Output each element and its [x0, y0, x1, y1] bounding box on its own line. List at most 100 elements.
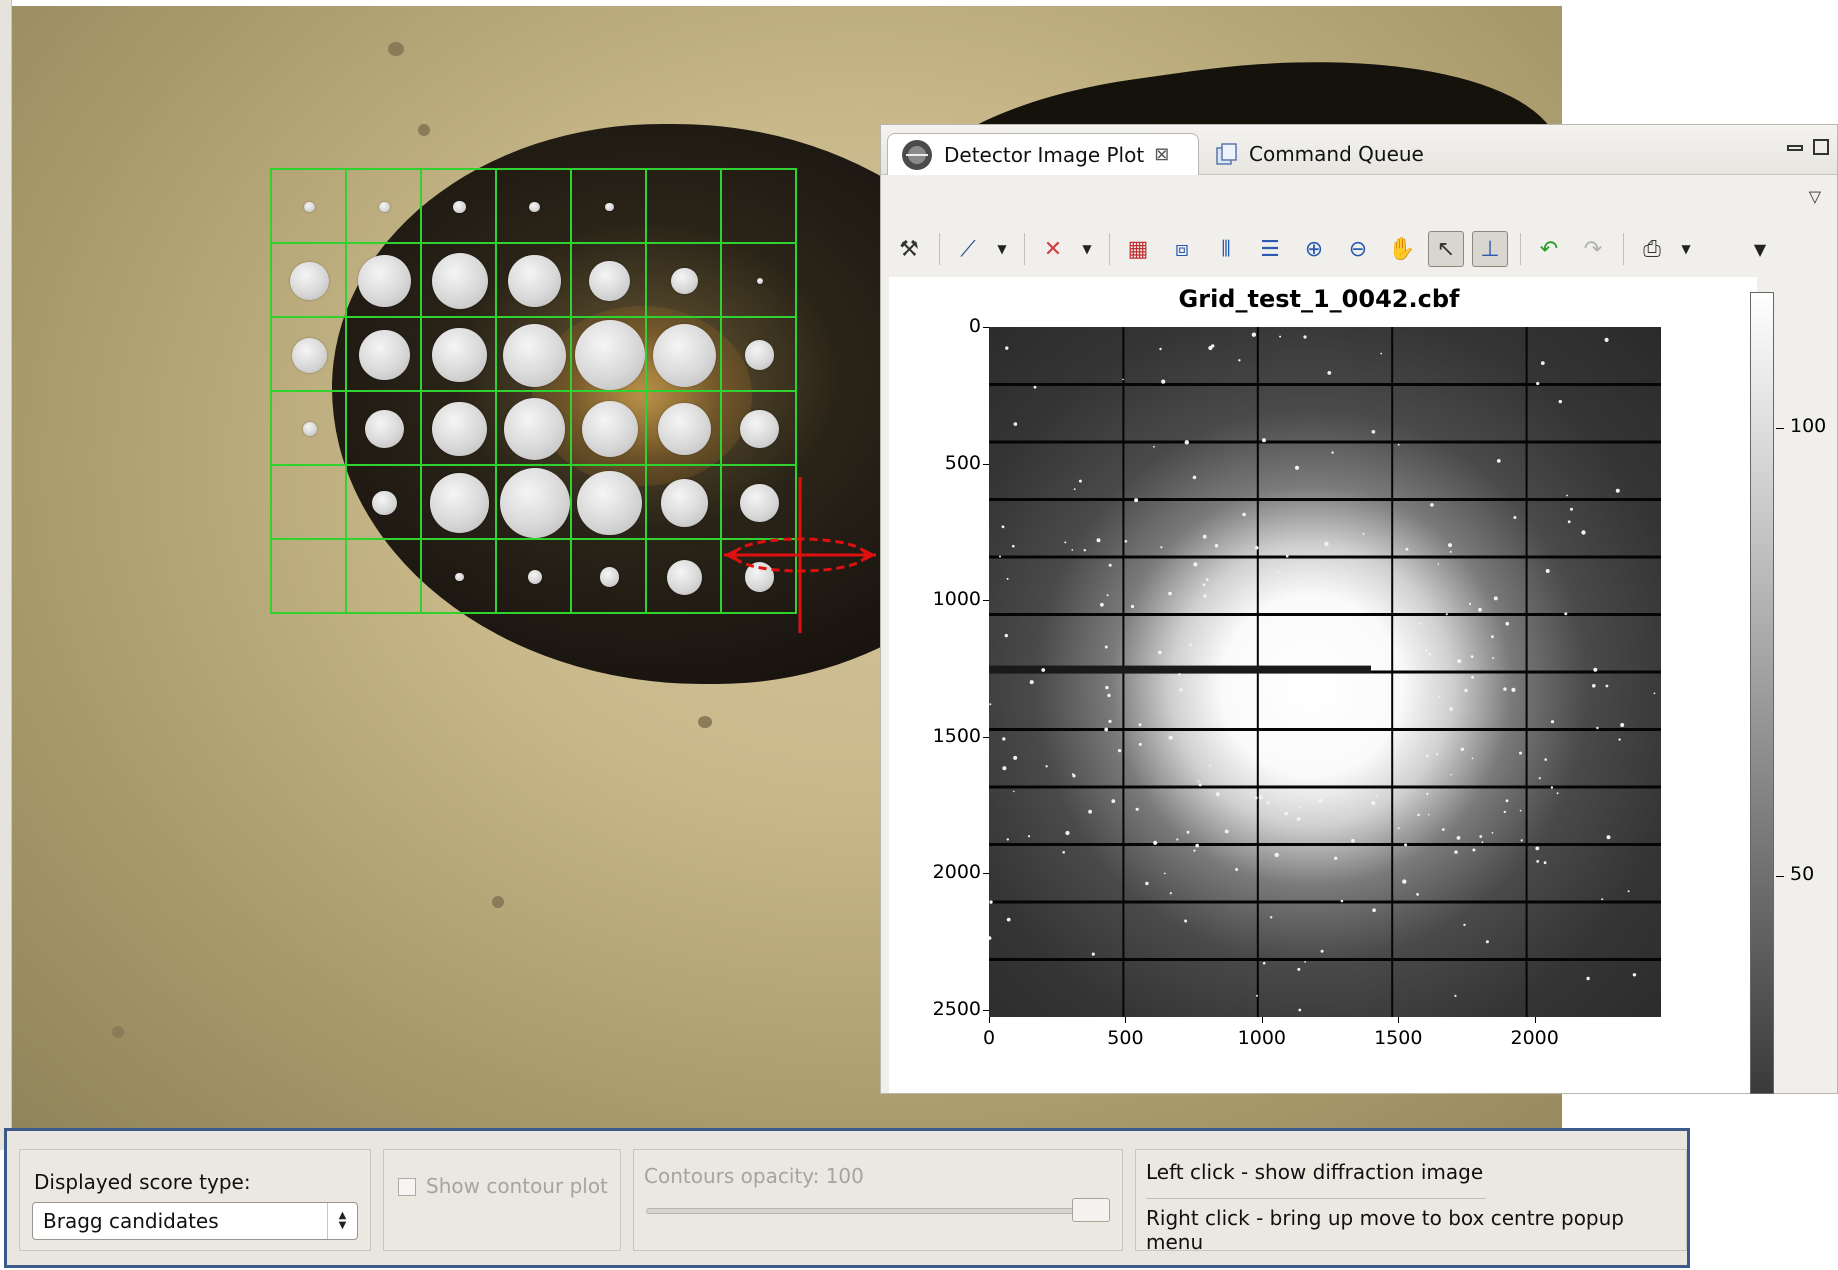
zoom-in-icon[interactable]: ⊕ [1296, 231, 1332, 267]
grid-cell[interactable] [495, 242, 572, 318]
diffraction-spot [1006, 917, 1011, 922]
grid-cell[interactable] [570, 168, 647, 244]
grid-cell[interactable] [645, 242, 722, 318]
slider-thumb[interactable] [1072, 1198, 1110, 1222]
grid-cell[interactable] [495, 316, 572, 392]
grid-cell[interactable] [420, 390, 497, 466]
grid-cell[interactable] [345, 464, 422, 540]
diffraction-spot [1564, 612, 1568, 616]
maximize-icon[interactable] [1813, 139, 1829, 155]
contours-opacity-slider[interactable] [646, 1208, 1106, 1214]
axes-origin-icon[interactable]: ⊥ [1472, 231, 1508, 267]
score-spot [365, 409, 404, 449]
score-spot [302, 422, 317, 436]
zoom-box-icon[interactable]: ⧈ [1164, 231, 1200, 267]
grid-cell[interactable] [720, 168, 797, 244]
diffraction-spot [1202, 534, 1207, 539]
grid-cell[interactable] [495, 464, 572, 540]
grid-cell[interactable] [570, 242, 647, 318]
toolbar-menu-icon[interactable]: ▼ [1752, 240, 1768, 259]
diffraction-spot [1178, 673, 1181, 676]
grid-cell[interactable] [645, 168, 722, 244]
histogram-icon[interactable]: ▦ [1120, 231, 1156, 267]
tools-icon[interactable]: ⚒ [891, 231, 927, 267]
chevron-down-icon[interactable]: ▼ [994, 242, 1010, 256]
grid-cell[interactable] [495, 168, 572, 244]
tab-command-queue[interactable]: Command Queue [1203, 133, 1503, 175]
score-type-select[interactable]: Bragg candidates ▲ ▼ [32, 1202, 358, 1240]
grid-cell[interactable] [720, 390, 797, 466]
grid-cell[interactable] [270, 168, 347, 244]
diffraction-spot [1485, 940, 1489, 944]
x-tick-label: 1500 [1374, 1027, 1423, 1049]
grid-cell[interactable] [345, 390, 422, 466]
grid-cell[interactable] [570, 464, 647, 540]
pan-hand-icon[interactable]: ✋ [1384, 231, 1420, 267]
score-spot [589, 260, 630, 302]
tab-detector-image-plot[interactable]: Detector Image Plot ⊠ [887, 133, 1199, 175]
grid-cell[interactable] [270, 316, 347, 392]
grid-cell[interactable] [420, 538, 497, 614]
grid-cell[interactable] [420, 168, 497, 244]
diffraction-spot [1073, 488, 1076, 491]
diffraction-spot [1013, 422, 1018, 426]
close-icon[interactable]: ⊠ [1154, 144, 1169, 165]
scatter-icon[interactable]: ✕ [1035, 231, 1071, 267]
grid-cell[interactable] [345, 168, 422, 244]
diffraction-spot [1153, 840, 1158, 845]
diffraction-spot [1193, 562, 1198, 567]
redo-icon[interactable]: ↷ [1575, 231, 1611, 267]
grid-cell[interactable] [570, 316, 647, 392]
undo-icon[interactable]: ↶ [1531, 231, 1567, 267]
grid-cell[interactable] [720, 242, 797, 318]
grid-cell[interactable] [420, 242, 497, 318]
grid-cell[interactable] [495, 538, 572, 614]
grid-cell[interactable] [420, 464, 497, 540]
print-icon[interactable]: ⎙ [1634, 231, 1670, 267]
diffraction-spot [1184, 919, 1188, 923]
grid-cell[interactable] [645, 464, 722, 540]
chevron-down-icon[interactable]: ▼ [1079, 242, 1095, 256]
score-spot [529, 201, 540, 213]
diffraction-spot [1471, 675, 1475, 679]
grid-cell[interactable] [645, 390, 722, 466]
grid-cell[interactable] [345, 242, 422, 318]
grid-cell[interactable] [420, 316, 497, 392]
grid-cell[interactable] [270, 242, 347, 318]
grid-cell[interactable] [270, 538, 347, 614]
grid-cell[interactable] [345, 538, 422, 614]
diffraction-spot [1470, 655, 1474, 658]
grid-cell[interactable] [270, 464, 347, 540]
right-click-hint: Right click - bring up move to box centr… [1146, 1206, 1624, 1254]
view-menu-icon[interactable]: ▽ [1809, 187, 1821, 206]
axis-icon[interactable]: ⟋ [950, 231, 986, 267]
grid-cell[interactable] [345, 316, 422, 392]
scan-grid[interactable] [270, 168, 797, 614]
diffraction-spot [1468, 602, 1472, 605]
diffraction-spot [1430, 503, 1434, 507]
grid-cell[interactable] [570, 390, 647, 466]
detector-image[interactable] [989, 327, 1661, 1017]
select-arrow-icon[interactable]: ↖ [1428, 231, 1464, 267]
score-spot [508, 254, 561, 308]
grid-cell[interactable] [645, 316, 722, 392]
vertical-cut-icon[interactable]: ⫴ [1208, 231, 1244, 267]
score-spot [290, 261, 329, 301]
colorbar [1750, 292, 1774, 1094]
show-contour-checkbox[interactable] [398, 1178, 416, 1196]
grid-cell[interactable] [570, 538, 647, 614]
grid-cell[interactable] [270, 390, 347, 466]
diffraction-spot [1362, 532, 1365, 535]
grid-cell[interactable] [720, 316, 797, 392]
minimize-icon[interactable] [1787, 145, 1803, 151]
zoom-out-icon[interactable]: ⊖ [1340, 231, 1376, 267]
diffraction-spot [1519, 809, 1522, 812]
score-spot [503, 398, 566, 460]
horizontal-cut-icon[interactable]: ☰ [1252, 231, 1288, 267]
grid-cell[interactable] [645, 538, 722, 614]
diffraction-spot [1550, 720, 1555, 724]
diffraction-spot [1002, 737, 1006, 741]
chevron-down-icon[interactable]: ▼ [1678, 242, 1694, 256]
grid-cell[interactable] [495, 390, 572, 466]
diffraction-spot [1254, 546, 1259, 550]
